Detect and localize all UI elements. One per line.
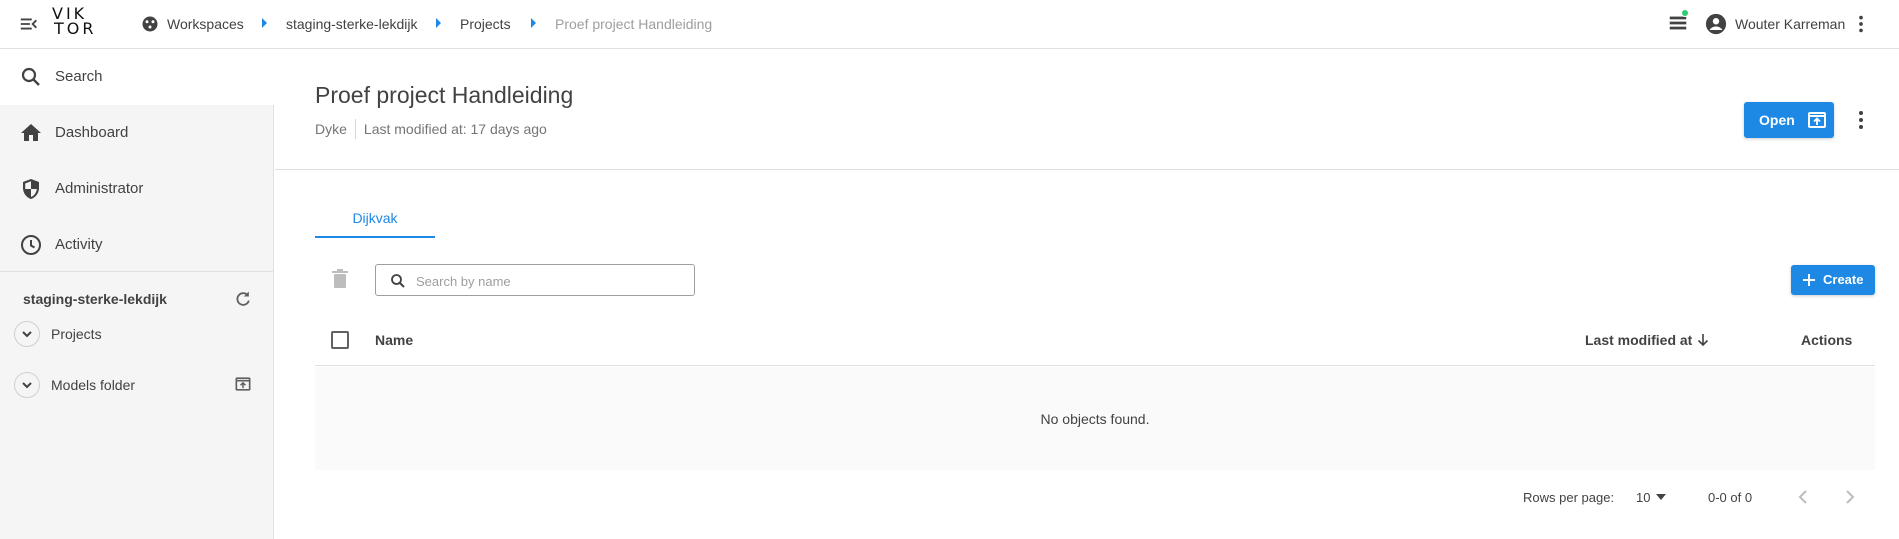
pagination-range-text: 0-0 of 0	[1708, 489, 1753, 505]
workspaces-icon	[142, 16, 158, 32]
open-button[interactable]: Open	[1744, 102, 1834, 138]
arrow-down-icon	[1698, 334, 1709, 347]
rows-per-page-label: Rows per page:	[1523, 487, 1614, 507]
search-input[interactable]	[416, 271, 686, 291]
top-bar: VIK TOR Workspaces staging-sterke-lekdij…	[0, 0, 1899, 49]
dropdown-arrow-icon	[1656, 494, 1667, 500]
tree-item-label: Projects	[51, 326, 102, 342]
search-icon	[21, 67, 40, 86]
entity-type: Dyke	[315, 121, 347, 137]
sidebar-search-label: Search	[55, 68, 103, 85]
sidebar-item-label: Activity	[55, 236, 103, 253]
rows-per-page-value: 10	[1636, 489, 1651, 505]
logo-line-2: TOR	[54, 19, 97, 38]
breadcrumb-workspaces[interactable]: Workspaces	[141, 14, 244, 34]
breadcrumb-separator-icon	[531, 18, 536, 28]
shield-icon	[23, 179, 39, 199]
clock-icon	[21, 235, 41, 255]
column-header-name[interactable]: Name	[375, 332, 413, 348]
plus-icon	[1803, 274, 1815, 286]
chevron-down-icon	[22, 382, 32, 389]
breadcrumb-workspace-label: staging-sterke-lekdijk	[286, 16, 418, 32]
sidebar: Search Dashboard Administrator Activity …	[0, 49, 274, 539]
breadcrumb-separator-icon	[262, 18, 267, 28]
more-vert-icon[interactable]	[1855, 13, 1867, 35]
breadcrumb-workspaces-label: Workspaces	[167, 16, 244, 32]
delete-icon[interactable]	[330, 268, 350, 290]
open-button-label: Open	[1759, 112, 1795, 128]
column-header-actions: Actions	[1801, 332, 1853, 348]
breadcrumb-projects-label: Projects	[460, 16, 511, 32]
select-all-checkbox[interactable]	[331, 331, 349, 349]
breadcrumb-projects[interactable]: Projects	[460, 14, 511, 34]
sidebar-search[interactable]: Search	[0, 49, 274, 105]
tab-dijkvak[interactable]: Dijkvak	[315, 197, 435, 238]
create-button[interactable]: Create	[1791, 265, 1875, 295]
user-name: Wouter Karreman	[1735, 16, 1846, 32]
rows-per-page-select[interactable]: 10	[1636, 487, 1667, 507]
table-header-row: Name Last modified at Actions	[315, 318, 1875, 366]
tab-label: Dijkvak	[352, 209, 398, 226]
sidebar-item-administrator[interactable]: Administrator	[0, 161, 273, 217]
page-header: Proef project Handleiding Dyke Last modi…	[275, 49, 1899, 170]
chevron-left-icon[interactable]	[1792, 486, 1814, 508]
search-field[interactable]	[375, 264, 695, 296]
page-title: Proef project Handleiding	[315, 82, 574, 108]
last-modified: Last modified at: 17 days ago	[363, 121, 547, 137]
breadcrumb-workspace[interactable]: staging-sterke-lekdijk	[286, 14, 418, 34]
sidebar-item-activity[interactable]: Activity	[0, 217, 273, 273]
breadcrumb-current-label: Proef project Handleiding	[555, 16, 713, 32]
chevron-right-icon[interactable]	[1839, 486, 1861, 508]
empty-message: No objects found.	[1040, 410, 1150, 427]
menu-collapse-icon[interactable]	[18, 13, 40, 35]
more-vert-icon[interactable]	[1855, 108, 1867, 132]
rows-per-page-text: Rows per page:	[1523, 489, 1615, 505]
chevron-down-icon	[22, 331, 32, 338]
notification-dot	[1681, 9, 1689, 17]
sidebar-item-label: Dashboard	[55, 124, 129, 141]
refresh-icon[interactable]	[233, 289, 253, 309]
expand-button[interactable]	[14, 372, 40, 398]
tree-item-projects[interactable]: Projects	[14, 320, 102, 348]
create-button-label: Create	[1823, 272, 1864, 287]
page-meta: Dyke Last modified at: 17 days ago	[315, 119, 547, 139]
empty-state: No objects found.	[315, 367, 1875, 470]
column-header-last-modified[interactable]: Last modified at	[1585, 332, 1710, 348]
column-header-last-modified-label: Last modified at	[1585, 332, 1693, 348]
sidebar-divider	[0, 271, 273, 272]
tab-active-indicator	[315, 236, 435, 238]
meta-divider	[354, 119, 356, 139]
user-menu[interactable]: Wouter Karreman	[1705, 12, 1845, 36]
open-in-new-icon[interactable]	[233, 374, 253, 394]
account-circle-icon	[1705, 13, 1727, 35]
sidebar-workspace-title: staging-sterke-lekdijk	[23, 291, 167, 307]
tree-item-label: Models folder	[51, 377, 136, 393]
tree-item-models-folder[interactable]: Models folder	[14, 371, 135, 399]
home-icon	[21, 124, 41, 141]
breadcrumb-current: Proef project Handleiding	[555, 14, 712, 34]
sidebar-item-label: Administrator	[55, 180, 144, 197]
open-in-app-icon	[1808, 112, 1826, 128]
sidebar-item-dashboard[interactable]: Dashboard	[0, 105, 273, 161]
search-icon	[391, 274, 405, 288]
expand-button[interactable]	[14, 321, 40, 347]
breadcrumb-separator-icon	[436, 18, 441, 28]
viktor-logo[interactable]: VIK TOR	[52, 6, 94, 42]
pagination-range: 0-0 of 0	[1708, 487, 1752, 507]
